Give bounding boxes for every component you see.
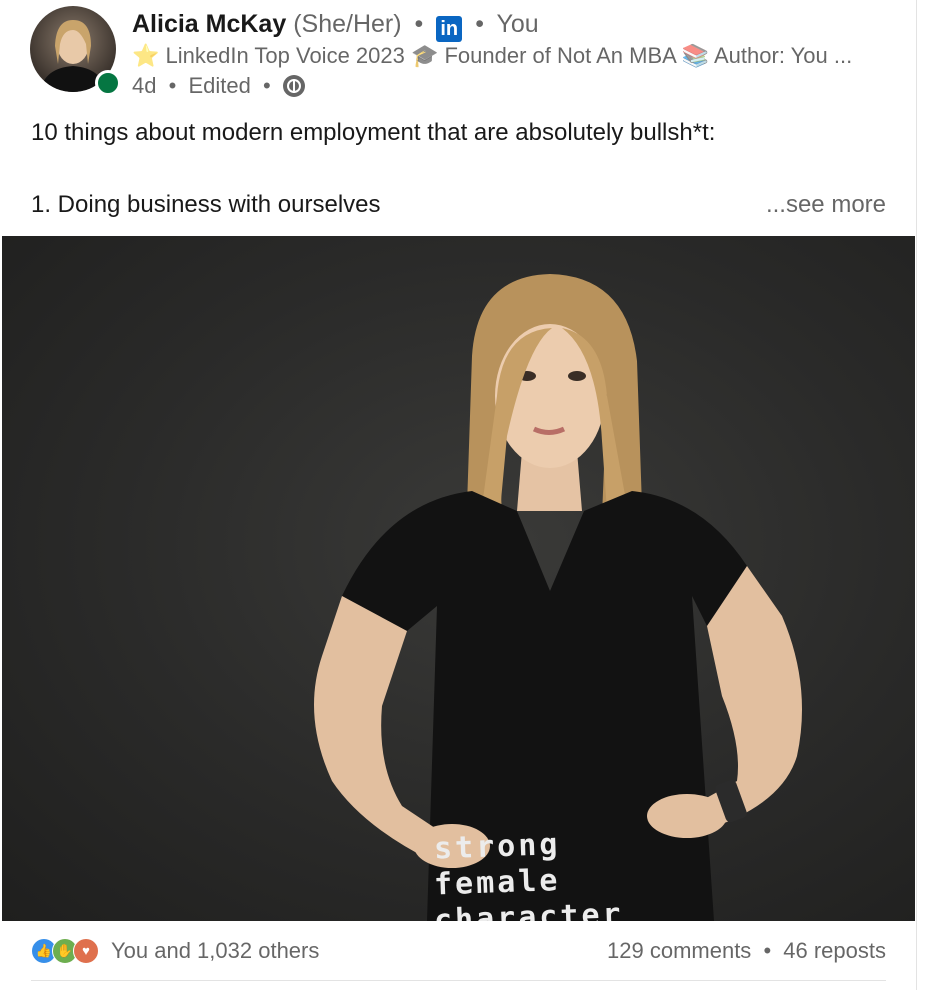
- author-name[interactable]: Alicia McKay: [132, 10, 286, 38]
- reaction-icons[interactable]: 👍 ✋ ♥: [31, 938, 105, 964]
- separator-dot: •: [262, 73, 271, 98]
- connection-degree: You: [496, 10, 539, 38]
- divider: [31, 980, 886, 981]
- post-body: 10 things about modern employment that a…: [31, 117, 891, 221]
- online-status-indicator: [95, 70, 121, 96]
- love-icon: ♥: [73, 938, 99, 964]
- edited-label: Edited: [188, 73, 251, 98]
- shirt-slogan: strong female character: [433, 827, 634, 921]
- separator-dot: •: [763, 938, 772, 963]
- post-age: 4d: [132, 73, 157, 98]
- comments-count-link[interactable]: 129 comments: [607, 938, 751, 963]
- globe-icon: [282, 75, 305, 97]
- author-headline: ⭐ LinkedIn Top Voice 2023 🎓 Founder of N…: [132, 43, 853, 68]
- post-text-line: 1. Doing business with ourselves: [31, 191, 381, 218]
- post-meta: 4d • Edited •: [132, 72, 305, 100]
- engagement-counts: 129 comments • 46 reposts: [607, 933, 886, 969]
- portrait-illustration: [314, 274, 802, 921]
- post-text-line: 10 things about modern employment that a…: [31, 119, 716, 146]
- social-counts: 👍 ✋ ♥ You and 1,032 others 129 comments …: [31, 933, 886, 969]
- see-more-button[interactable]: ...see more: [765, 189, 886, 221]
- feed-post-card: Alicia McKay (She/Her) • in • You ⭐ Link…: [0, 0, 917, 990]
- reposts-count-link[interactable]: 46 reposts: [783, 938, 886, 963]
- separator-dot: •: [414, 10, 424, 38]
- author-avatar-container[interactable]: [30, 6, 121, 96]
- author-line: Alicia McKay (She/Her) • in • You: [132, 8, 539, 42]
- reactions-count-link[interactable]: You and 1,032 others: [111, 933, 319, 969]
- author-pronouns: (She/Her): [293, 10, 402, 38]
- separator-dot: •: [168, 73, 177, 98]
- linkedin-icon: in: [436, 16, 463, 42]
- separator-dot: •: [475, 10, 484, 38]
- post-image[interactable]: strong female character: [2, 236, 915, 921]
